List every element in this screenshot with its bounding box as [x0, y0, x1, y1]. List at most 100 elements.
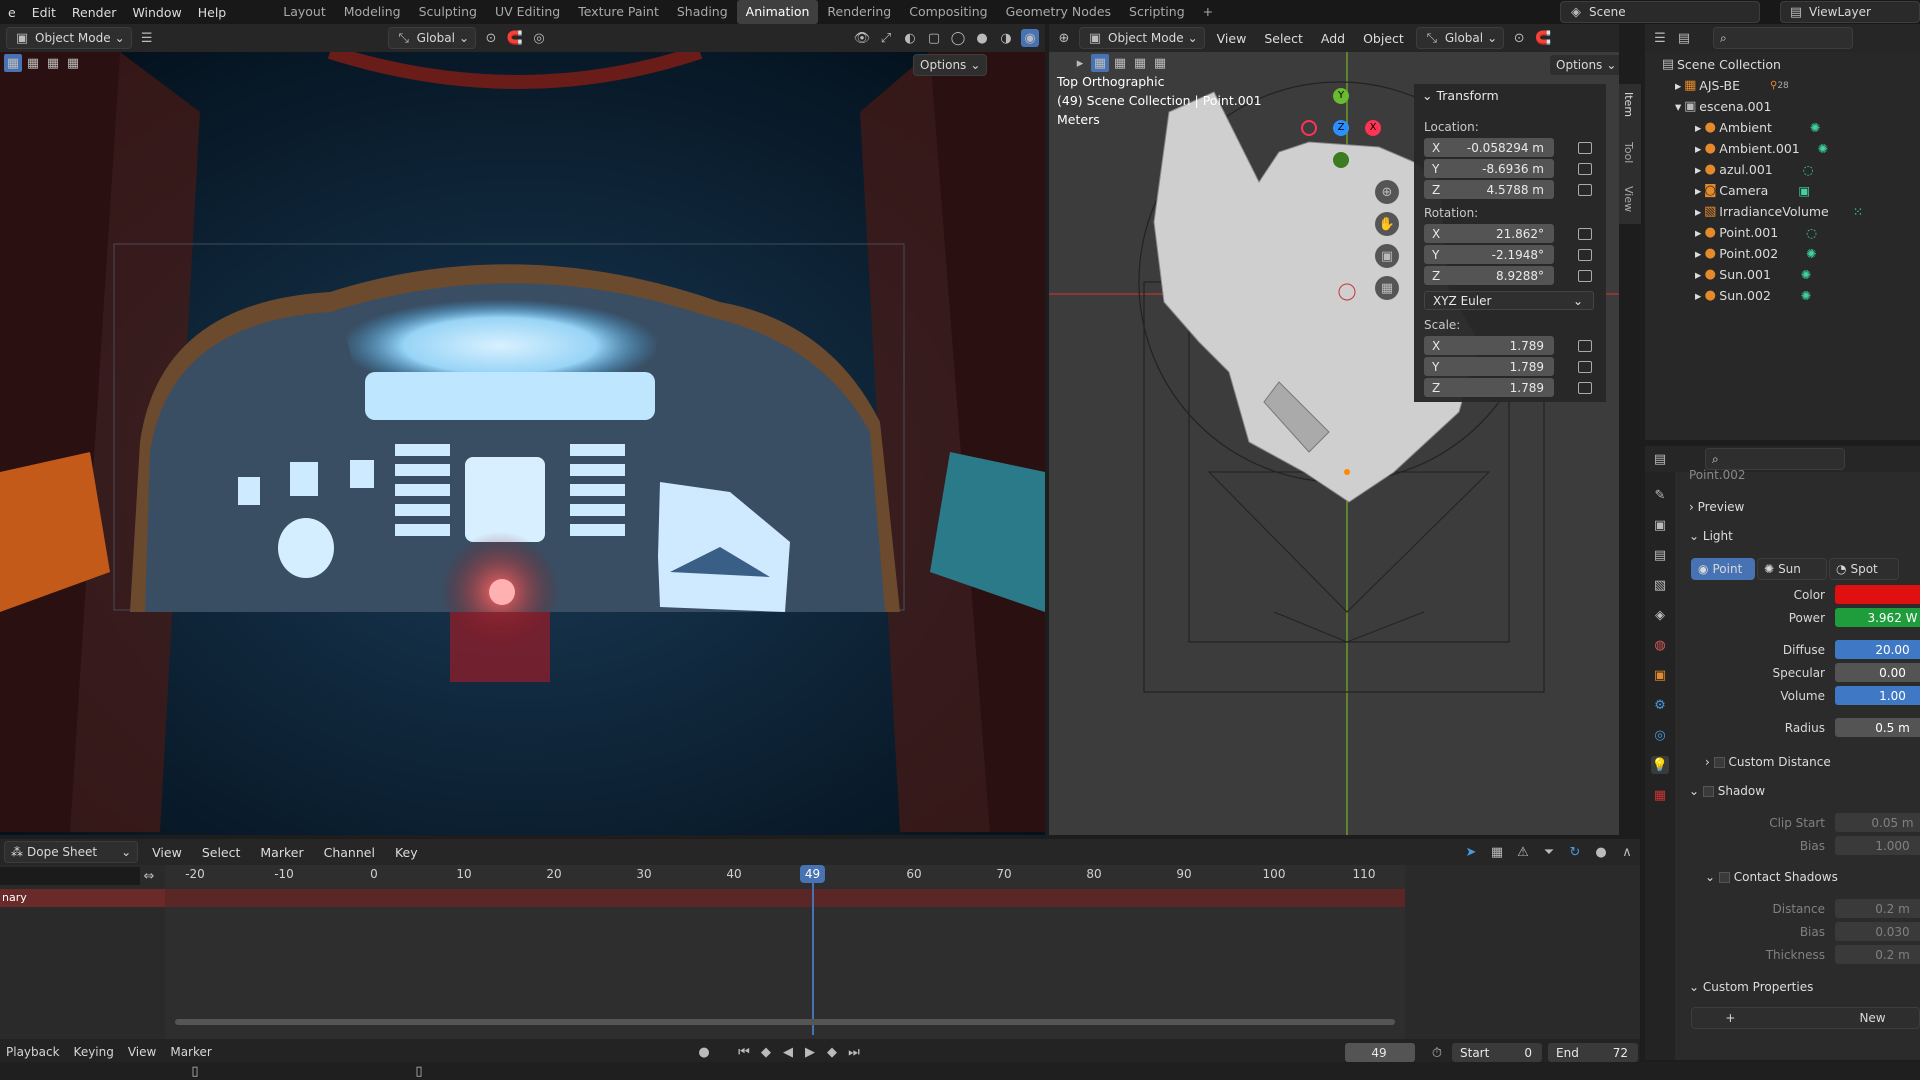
tab-tool[interactable]: Tool [1622, 142, 1635, 163]
shadow-checkbox[interactable] [1702, 786, 1714, 797]
custom-distance-checkbox[interactable] [1713, 757, 1725, 768]
gizmo-icon[interactable]: ⤢ [877, 29, 895, 47]
scene-selector[interactable]: ◈ Scene [1560, 1, 1760, 23]
marker-menu[interactable]: Marker [170, 1045, 211, 1059]
tab-texture-paint[interactable]: Texture Paint [569, 0, 668, 24]
lock-icon[interactable] [1578, 184, 1592, 196]
outliner-item[interactable]: ▸ ▧ IrradianceVolume ⁙ [1695, 201, 1863, 222]
constraints-tab-icon[interactable]: ⚙ [1651, 696, 1669, 714]
power-field[interactable]: 3.962 W [1835, 608, 1920, 627]
jump-end-icon[interactable]: ⏭ [845, 1043, 863, 1061]
mode-selector-right[interactable]: ▣ Object Mode ⌄ [1079, 27, 1205, 49]
menu-object[interactable]: Object [1357, 31, 1410, 46]
scene-tab-icon[interactable]: ◈ [1651, 606, 1669, 624]
shadow-section[interactable]: ⌄ Shadow [1689, 784, 1765, 798]
gizmo-z-axis[interactable]: Z [1333, 120, 1349, 136]
rotation-y-field[interactable]: Y -2.1948° [1424, 245, 1554, 264]
outliner-item[interactable]: ▸ ● Sun.001 ✺ [1695, 264, 1811, 285]
dope-sheet-mode[interactable]: ⁂ Dope Sheet ⌄ [4, 841, 139, 863]
select-subtract-icon[interactable]: ▦ [44, 54, 62, 72]
start-frame-field[interactable]: Start 0 [1452, 1043, 1542, 1062]
tab-view[interactable]: View [1622, 186, 1635, 212]
texture-tab-icon[interactable]: ▦ [1651, 786, 1669, 804]
select-subtract-icon[interactable]: ▦ [1131, 54, 1149, 72]
output-tab-icon[interactable]: ▤ [1651, 546, 1669, 564]
outliner-search[interactable]: ⌕ [1713, 27, 1853, 49]
outliner-item[interactable]: ▸ ● Point.002 ✺ [1695, 243, 1817, 264]
outliner-item[interactable]: ▸ ● Ambient ✺ [1695, 117, 1820, 138]
select-new-icon[interactable]: ▦ [1091, 54, 1109, 72]
properties-editor-icon[interactable]: ▤ [1651, 450, 1669, 468]
contact-shadows-section[interactable]: ⌄ Contact Shadows [1705, 870, 1838, 884]
display-mode-icon[interactable]: ▤ [1675, 29, 1693, 47]
frame-ruler[interactable]: -20 -10 0 10 20 30 40 60 70 80 90 100 11… [165, 865, 1405, 885]
ds-menu-view[interactable]: View [146, 845, 188, 860]
outliner-root[interactable]: ▤ Scene Collection [1659, 54, 1781, 75]
xray-icon[interactable]: ▢ [925, 29, 943, 47]
playback-menu[interactable]: Playback [6, 1045, 60, 1059]
swap-icon[interactable]: ⇔ [140, 867, 158, 885]
navigation-gizmo[interactable]: Y Z X [1301, 88, 1381, 168]
contact-bias-field[interactable]: 0.030 [1835, 922, 1920, 941]
next-keyframe-icon[interactable]: ◆ [823, 1043, 841, 1061]
jump-start-icon[interactable]: ⏮ [735, 1043, 753, 1061]
pivot-icon[interactable]: ⊙ [1510, 29, 1528, 47]
tab-uv-editing[interactable]: UV Editing [486, 0, 569, 24]
rotation-z-field[interactable]: Z 8.9288° [1424, 266, 1554, 285]
editor-type-icon[interactable]: ⊕ [1055, 29, 1073, 47]
current-frame-indicator[interactable]: 49 [800, 865, 825, 883]
clip-start-field[interactable]: 0.05 m [1835, 813, 1920, 832]
properties-search[interactable]: ⌕ [1705, 448, 1845, 470]
scale-x-field[interactable]: X 1.789 [1424, 336, 1554, 355]
tab-sculpting[interactable]: Sculpting [410, 0, 486, 24]
pan-hand-icon[interactable]: ✋ [1375, 212, 1399, 236]
ds-menu-marker[interactable]: Marker [254, 845, 309, 860]
play-reverse-icon[interactable]: ◀ [779, 1043, 797, 1061]
lock-icon[interactable] [1578, 340, 1592, 352]
volume-field[interactable]: 1.00 [1835, 686, 1920, 705]
contact-shadows-checkbox[interactable] [1718, 872, 1730, 883]
gizmo-neg-x-axis[interactable] [1301, 120, 1317, 136]
tool-icon[interactable]: ▸ [1071, 54, 1089, 72]
scale-z-field[interactable]: Z 1.789 [1424, 378, 1554, 397]
show-hidden-icon[interactable]: ▦ [1488, 843, 1506, 861]
pivot-icon[interactable]: ⊙ [482, 29, 500, 47]
snap-keys-icon[interactable]: ● [1592, 843, 1610, 861]
custom-distance-section[interactable]: › Custom Distance [1705, 755, 1831, 769]
horizontal-scrollbar[interactable] [175, 1019, 1395, 1025]
proportional-icon[interactable]: ↻ [1566, 843, 1584, 861]
select-extend-icon[interactable]: ▦ [24, 54, 42, 72]
tab-modeling[interactable]: Modeling [335, 0, 410, 24]
add-workspace-button[interactable]: + [1194, 0, 1222, 24]
object-tab-icon[interactable]: ▣ [1651, 666, 1669, 684]
tab-layout[interactable]: Layout [274, 0, 335, 24]
material-shading-icon[interactable]: ◑ [997, 29, 1015, 47]
snap-icon[interactable]: 🧲 [1534, 29, 1552, 47]
rendered-shading-icon[interactable]: ◉ [1021, 29, 1039, 47]
scale-y-field[interactable]: Y 1.789 [1424, 357, 1554, 376]
rotation-x-field[interactable]: X 21.862° [1424, 224, 1554, 243]
lock-icon[interactable] [1578, 361, 1592, 373]
tab-scripting[interactable]: Scripting [1120, 0, 1194, 24]
only-errors-icon[interactable]: ⚠ [1514, 843, 1532, 861]
lock-icon[interactable] [1578, 270, 1592, 282]
channel-search[interactable] [0, 867, 140, 885]
ds-menu-key[interactable]: Key [389, 845, 424, 860]
grid-icon[interactable]: ▦ [1375, 276, 1399, 300]
outliner-item[interactable]: ▸ ◙ Camera ▣ [1695, 180, 1810, 201]
menu-window[interactable]: Window [124, 5, 189, 20]
rotation-mode-select[interactable]: XYZ Euler ⌄ [1424, 291, 1594, 310]
tab-rendering[interactable]: Rendering [818, 0, 900, 24]
end-frame-field[interactable]: End 72 [1548, 1043, 1638, 1062]
ds-menu-select[interactable]: Select [196, 845, 247, 860]
prev-keyframe-icon[interactable]: ◆ [757, 1043, 775, 1061]
wireframe-shading-icon[interactable]: ◯ [949, 29, 967, 47]
visibility-icon[interactable]: 👁 [853, 29, 871, 47]
transform-header[interactable]: ⌄ Transform [1422, 88, 1499, 103]
location-x-field[interactable]: X -0.058294 m [1424, 138, 1554, 157]
current-frame-field[interactable]: 49 [1345, 1043, 1415, 1062]
tab-item[interactable]: Item [1622, 92, 1635, 117]
filter-icon[interactable]: ⏷ [1540, 843, 1558, 861]
thickness-field[interactable]: 0.2 m [1835, 945, 1920, 964]
select-intersect-icon[interactable]: ▦ [64, 54, 82, 72]
